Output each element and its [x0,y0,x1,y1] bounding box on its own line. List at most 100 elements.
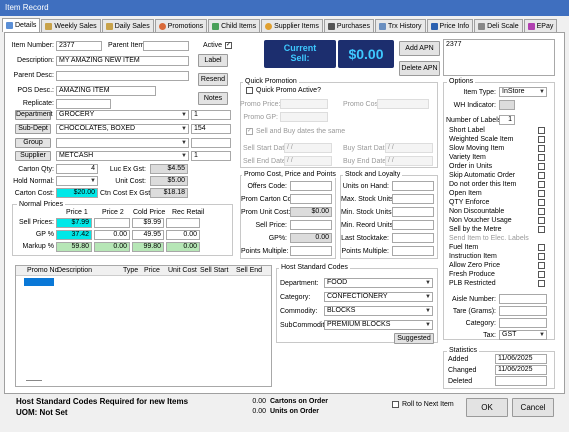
option-checkbox[interactable] [538,154,545,161]
label-button[interactable]: Label [198,54,228,67]
department-button[interactable]: Department [15,110,53,120]
parent-item-field[interactable] [143,41,189,51]
tab-purchases[interactable]: Purchases [323,19,374,32]
host-commodity-select[interactable]: BLOCKS ▼ [324,306,433,316]
col-unit-cost[interactable]: Unit Cost [168,267,197,274]
tab-weekly-sales[interactable]: Weekly Sales [41,19,101,32]
min-reord-field[interactable] [392,220,434,230]
ok-button[interactable]: OK [466,398,508,417]
quick-promo-checkbox[interactable] [246,87,253,94]
tab-child-items[interactable]: Child Items [208,19,261,32]
add-apn-button[interactable]: Add APN [399,41,440,56]
sell-price1-field[interactable]: $7.99 [56,218,92,228]
option-checkbox[interactable] [538,199,545,206]
stock-points-field[interactable] [392,246,434,256]
roll-next-checkbox[interactable] [392,401,399,408]
carton-qty-field[interactable]: 4 [56,164,98,174]
option-checkbox[interactable] [538,280,545,287]
tab-deli-scale[interactable]: Deli Scale [474,19,523,32]
supplier-code-field[interactable]: 1 [191,151,231,161]
group-select[interactable]: ▼ [56,138,189,148]
cold-price-field[interactable]: $9.99 [132,218,164,228]
max-stock-field[interactable] [392,194,434,204]
subdept-button[interactable]: Sub-Dept [15,124,51,134]
group-code-field[interactable] [191,138,231,148]
option-checkbox[interactable] [538,172,545,179]
host-department-select[interactable]: FOOD ▼ [324,278,433,288]
tab-supplier-items[interactable]: Supplier Items [261,19,323,32]
item-type-select[interactable]: InStore ▼ [499,87,547,97]
pos-desc-field[interactable]: AMAZING ITEM [56,86,156,96]
option-checkbox[interactable] [538,244,545,251]
last-stocktake-field[interactable] [392,233,434,243]
subdept-code-field[interactable]: 154 [191,124,231,134]
aisle-number-field[interactable] [499,294,547,304]
carton-cost-field[interactable]: $20.00 [56,188,98,198]
col-sell-start[interactable]: Sell Start [200,267,228,274]
col-sell-end[interactable]: Sell End [236,267,262,274]
promo-points-field[interactable] [290,246,332,256]
department-select[interactable]: GROCERY ▼ [56,110,189,120]
option-checkbox[interactable] [538,127,545,134]
subdept-select[interactable]: CHOCOLATES, BOXED ▼ [56,124,189,134]
rec-retail-field[interactable] [166,218,200,228]
resend-button[interactable]: Resend [198,73,228,86]
units-on-hand-field[interactable] [392,181,434,191]
promo-sell-price-field[interactable] [290,220,332,230]
tab-epay[interactable]: EPay [523,19,558,32]
promo-table[interactable]: Promo No Description Type Price Unit Cos… [15,265,272,387]
same-dates-checkbox[interactable]: ✓ [246,128,253,135]
col-price[interactable]: Price [144,267,160,274]
option-checkbox[interactable] [538,208,545,215]
item-number-field[interactable]: 2377 [56,41,102,51]
option-checkbox[interactable] [538,262,545,269]
tab-daily-sales[interactable]: Daily Sales [101,19,154,32]
replicate-field[interactable] [56,99,111,109]
tax-select[interactable]: GST ▼ [499,330,547,340]
tab-details[interactable]: Details [2,18,41,32]
option-checkbox[interactable] [538,136,545,143]
parent-desc-field[interactable] [56,71,189,81]
gp-cold-field[interactable]: 49.95 [132,230,164,240]
suggested-button[interactable]: Suggested [394,333,434,344]
option-checkbox[interactable] [538,190,545,197]
promo-price-field[interactable] [280,99,328,109]
supplier-button[interactable]: Supplier [15,151,51,161]
tab-price-info[interactable]: Price Info [426,19,474,32]
apn-list[interactable]: 2377 [443,39,555,76]
buy-end-field[interactable]: / / [385,156,433,166]
department-code-field[interactable]: 1 [191,110,231,120]
tab-promotions[interactable]: Promotions [154,19,208,32]
host-subcommodity-select[interactable]: PREMIUM BLOCKS ▼ [324,320,433,330]
sell-end-field[interactable]: / / [284,156,332,166]
gp-rec-field[interactable]: 0.00 [166,230,200,240]
sell-price2-field[interactable] [94,218,130,228]
option-checkbox[interactable] [538,253,545,260]
sell-start-field[interactable]: / / [284,143,332,153]
wh-indicator-field[interactable] [499,100,515,110]
cancel-button[interactable]: Cancel [512,398,554,417]
num-labels-field[interactable]: 1 [499,115,515,125]
active-checkbox[interactable]: ✓ [225,42,232,49]
option-checkbox[interactable] [538,271,545,278]
buy-start-field[interactable]: / / [385,143,433,153]
notes-button[interactable]: Notes [198,92,228,105]
description-field[interactable]: MY AMAZING NEW ITEM [56,56,189,66]
option-checkbox[interactable] [538,226,545,233]
tab-trx-history[interactable]: Trx History [374,19,426,32]
tare-field[interactable] [499,306,547,316]
col-type[interactable]: Type [123,267,138,274]
delete-apn-button[interactable]: Delete APN [399,61,440,76]
hold-normal-select[interactable]: ▼ [56,176,98,186]
option-checkbox[interactable] [538,181,545,188]
col-description[interactable]: Description [57,267,92,274]
option-checkbox[interactable] [538,217,545,224]
option-checkbox[interactable] [538,163,545,170]
option-checkbox[interactable] [538,145,545,152]
gp-price2-field[interactable]: 0.00 [94,230,130,240]
promo-cost-field[interactable] [377,99,429,109]
prom-carton-cost-field[interactable] [290,194,332,204]
col-promo-no[interactable]: Promo No [27,267,59,274]
supplier-select[interactable]: METCASH ▼ [56,151,189,161]
promo-gp-field[interactable] [280,112,328,122]
